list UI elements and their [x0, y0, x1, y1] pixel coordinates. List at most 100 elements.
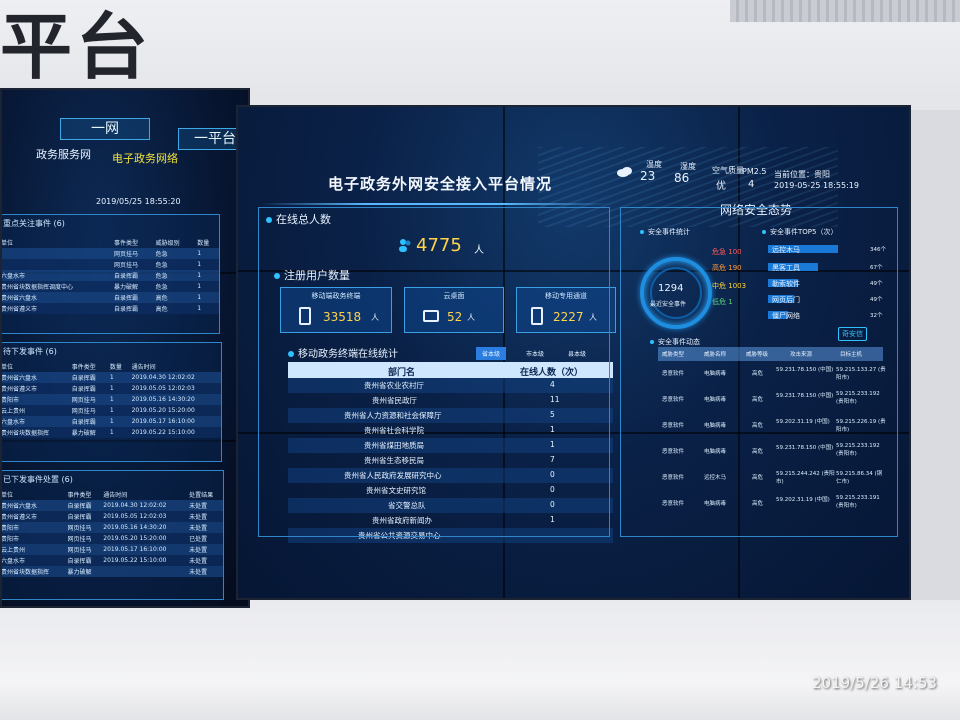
issued-events-table: 单位 事件类型 通告时间 处置结果 贵州省六盘水 自录挥霸 2019.04.30 1… [1, 489, 223, 577]
cell: 1 [195, 270, 219, 281]
table-row[interactable]: 网页挂马 危急 1 [2, 259, 219, 270]
cell: 贵州省遵义市 [2, 511, 66, 522]
cell: 1 [195, 281, 219, 292]
cell: 2019.05.17 16:10:00 [129, 416, 221, 427]
cell: 1 [107, 405, 130, 416]
table-row[interactable]: 贵州省块数据指挥 暴力破解 1 2019.05.22 15:10:00 [2, 427, 221, 438]
cell: 2019.04.30 12:02:02 [101, 500, 188, 511]
access-panel-frame [258, 207, 610, 537]
table-row[interactable]: 六盘水市 自录挥霸 1 2019.05.17 16:10:00 [2, 416, 221, 427]
cell: 危急 [153, 248, 196, 259]
cell: 2019.05.22 15:10:00 [129, 427, 221, 438]
humidity-value: 86 [674, 171, 690, 185]
cell: 暴力破解 [111, 281, 154, 292]
cell: 1 [107, 372, 130, 383]
wall-title: 平台 [0, 5, 153, 89]
table-header: 处置结果 [189, 492, 214, 499]
table-header: 单位 [1, 364, 14, 371]
cell: 贵阳市 [2, 522, 66, 533]
cell: 网页挂马 [65, 533, 102, 544]
table-row[interactable]: 六盘水市 自录挥霸 2019.05.22 15:10:00 未处置 [2, 555, 223, 566]
cell: 自录挥霸 [65, 511, 102, 522]
cell: 暴力破解 [69, 427, 108, 438]
cell: 贵州省六盘水 [2, 372, 70, 383]
cell: 云上贵州 [2, 405, 70, 416]
cell: 2019.05.22 15:10:00 [101, 555, 188, 566]
cell: 1 [107, 416, 130, 427]
table-row[interactable]: 云上贵州 网页挂马 1 2019.05.20 15:20:00 [2, 405, 221, 416]
cell: 六盘水市 [2, 416, 70, 427]
table-row[interactable]: 云上贵州 网页挂马 2019.05.17 16:10:00 未处置 [2, 544, 223, 555]
cell: 2019.05.20 15:20:00 [129, 405, 221, 416]
cell: 未处置 [187, 511, 223, 522]
cell: 贵阳市 [2, 533, 66, 544]
cell: 网页挂马 [65, 522, 102, 533]
cell: 危急 [153, 281, 196, 292]
table-row[interactable]: 贵州省遵义市 自录挥霸 2019.05.05 12:02:03 未处置 [2, 511, 223, 522]
table-header: 通告时间 [131, 364, 156, 371]
datetime: 2019-05-25 18:55:19 [774, 181, 859, 190]
cell: 高危 [153, 292, 196, 303]
tab-one-net[interactable]: 一网 [60, 118, 150, 140]
cell: 自录挥霸 [65, 555, 102, 566]
table-row[interactable]: 贵州省六盘水 自录挥霸 高危 1 [2, 292, 219, 303]
pm-value: 4 [748, 179, 755, 190]
cell: 未处置 [187, 566, 223, 577]
cell: 2019.04.30 12:02:02 [129, 372, 221, 383]
table-row[interactable]: 贵阳市 网页挂马 2019.05.16 14:30:20 未处置 [2, 522, 223, 533]
cell: 2019.05.05 12:02:03 [129, 383, 221, 394]
main-screen: 电子政务外网安全接入平台情况 在线总人数 4775 人 注册用户数量 移动端政务… [236, 105, 911, 600]
cell: 2019.05.05 12:02:03 [101, 511, 188, 522]
cell: 2019.05.16 14:30:20 [129, 394, 221, 405]
cell: 1 [107, 394, 130, 405]
table-row[interactable]: 六盘水市 自录挥霸 危急 1 [2, 270, 219, 281]
cell: 危急 [153, 259, 196, 270]
table-header: 事件类型 [67, 492, 92, 499]
table-row[interactable]: 贵州省六盘水 自录挥霸 2019.04.30 12:02:02 未处置 [2, 500, 223, 511]
cell: 网页挂马 [69, 405, 108, 416]
table-row[interactable]: 贵州省遵义市 自录挥霸 高危 1 [2, 303, 219, 314]
cell: 1 [195, 259, 219, 270]
cell: 1 [195, 303, 219, 314]
tab-egov[interactable]: 电子政务网络 [112, 150, 178, 166]
table-header: 单位 [1, 492, 14, 499]
table-row[interactable]: 贵阳市 网页挂马 1 2019.05.16 14:30:20 [2, 394, 221, 405]
cell: 贵州省六盘水 [2, 500, 66, 511]
cell: 已处置 [187, 533, 223, 544]
table-header: 单位 [1, 240, 14, 247]
page-title: 电子政务外网安全接入平台情况 [328, 175, 553, 193]
cell: 自录挥霸 [111, 303, 154, 314]
cell: 2019.05.16 14:30:20 [101, 522, 188, 533]
table-header: 事件类型 [113, 240, 138, 247]
security-panel-frame [620, 207, 898, 537]
cell: 贵州省块数据指挥 [2, 427, 70, 438]
pending-events-panel: 待下发事件 (6) 单位 事件类型 数量 通告时间 贵州省六盘水 自录挥霸 1 201… [1, 342, 222, 462]
photo-timestamp: 2019/5/26 14:53 [812, 674, 937, 692]
pending-events-title: 待下发事件 (6) [3, 347, 57, 356]
cell: 暴力破解 [65, 566, 102, 577]
table-row[interactable]: 贵州省遵义市 自录挥霸 1 2019.05.05 12:02:03 [2, 383, 221, 394]
cell: 2019.05.20 15:20:00 [101, 533, 188, 544]
cell: 贵州省遵义市 [2, 383, 70, 394]
table-row[interactable]: 网页挂马 危急 1 [2, 248, 219, 259]
table-row[interactable]: 贵州省块数据指挥调度中心 暴力破解 危急 1 [2, 281, 219, 292]
left-screen: 一网 一平台 政务服务网 电子政务网络 2019/05/25 18:55:20 … [0, 88, 250, 608]
table-row[interactable]: 贵州省块数据指挥 暴力破解 未处置 [2, 566, 223, 577]
cell [2, 259, 112, 270]
cell: 2019.05.17 16:10:00 [101, 544, 188, 555]
cell: 贵州省块数据指挥 [2, 566, 66, 577]
cell: 网页挂马 [111, 259, 154, 270]
cell: 未处置 [187, 544, 223, 555]
cell: 高危 [153, 303, 196, 314]
cell: 自录挥霸 [69, 416, 108, 427]
floor [0, 600, 960, 720]
cell: 网页挂马 [65, 544, 102, 555]
cell: 贵州省遵义市 [2, 303, 112, 314]
cell: 云上贵州 [2, 544, 66, 555]
table-row[interactable]: 贵阳市 网页挂马 2019.05.20 15:20:00 已处置 [2, 533, 223, 544]
issued-events-panel: 已下发事件处置 (6) 单位 事件类型 通告时间 处置结果 贵州省六盘水 自录挥霸… [1, 470, 224, 600]
cell: 1 [195, 292, 219, 303]
table-row[interactable]: 贵州省六盘水 自录挥霸 1 2019.04.30 12:02:02 [2, 372, 221, 383]
tab-gov-service[interactable]: 政务服务网 [36, 146, 91, 162]
temp-value: 23 [640, 169, 656, 183]
